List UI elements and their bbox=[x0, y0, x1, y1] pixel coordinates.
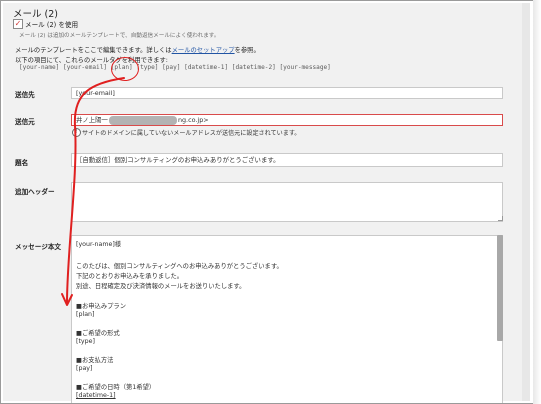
body-line: 下記のとおりお申込みを承りました。 bbox=[76, 273, 184, 280]
body-line: [your-name]様 bbox=[76, 241, 122, 248]
subject-label: 題名 bbox=[15, 159, 29, 167]
from-warning: サイトのドメインに属していないメールアドレスが送信元に設定されています。 bbox=[82, 130, 301, 137]
template-info-text: メールのテンプレートをここで編集できます。詳しくは bbox=[15, 47, 172, 54]
body-line: ■お支払方法 bbox=[76, 357, 114, 364]
use-mail2-description: メール (2) は追加のメールテンプレートで、自動返信メールによく使われます。 bbox=[19, 33, 220, 39]
mail-tags-intro: 以下の項目にて、これらのメールタグを利用できます: bbox=[15, 57, 168, 64]
template-info: メールのテンプレートをここで編集できます。詳しくはメールのセットアップを参照。 bbox=[15, 45, 260, 54]
body-line: [type] bbox=[76, 338, 95, 345]
warning-icon: ! bbox=[72, 128, 81, 137]
frame-shadow bbox=[533, 0, 541, 404]
from-value-name: 井ノ上陽一 bbox=[76, 116, 108, 124]
section-title: メール (2) bbox=[13, 9, 58, 20]
resize-handle-icon[interactable] bbox=[498, 216, 503, 221]
subject-field[interactable]: ［自動返信］個別コンサルティングのお申込みありがとうございます。 bbox=[71, 153, 503, 167]
body-line: このたびは、個別コンサルティングへのお申込みありがとうございます。 bbox=[76, 263, 283, 270]
body-line: ■お申込みプラン bbox=[76, 303, 127, 310]
body-line: ■ご希望の日時（第1希望） bbox=[76, 384, 156, 391]
template-info-tail: を参照。 bbox=[234, 47, 260, 54]
from-value-domain: ng.co.jp> bbox=[177, 116, 209, 124]
body-line: 別途、日程確定及び決済情報のメールをお送りいたします。 bbox=[76, 283, 246, 290]
page-scroll-track[interactable] bbox=[522, 3, 530, 401]
body-line: ■ご希望の形式 bbox=[76, 330, 120, 337]
body-line: [pay] bbox=[76, 365, 93, 372]
message-body-textarea[interactable]: [your-name]様 このたびは、個別コンサルティングへのお申込みありがとう… bbox=[71, 235, 503, 403]
headers-textarea[interactable] bbox=[71, 182, 503, 222]
use-mail2-checkbox[interactable]: ✓ bbox=[13, 19, 23, 29]
to-field[interactable]: [your-email] bbox=[71, 87, 503, 99]
from-field[interactable]: 井ノ上陽一 ng.co.jp> bbox=[71, 114, 503, 126]
body-label: メッセージ本文 bbox=[15, 243, 62, 251]
mail-setup-link[interactable]: メールのセットアップ bbox=[172, 47, 235, 54]
from-label: 送信元 bbox=[15, 118, 35, 126]
redaction-blur bbox=[108, 115, 177, 125]
mail-tags-list: [your-name] [your-email] [plan] [type] [… bbox=[19, 64, 331, 71]
to-label: 送信先 bbox=[15, 91, 35, 99]
use-mail2-label[interactable]: メール (2) を使用 bbox=[25, 19, 78, 29]
annotation-circle bbox=[111, 57, 139, 81]
textarea-scrollbar-thumb[interactable] bbox=[497, 235, 503, 341]
body-line: [plan] bbox=[76, 311, 95, 318]
body-line: [datetime-1] bbox=[76, 392, 116, 399]
headers-label: 追加ヘッダー bbox=[15, 188, 55, 196]
screenshot-frame: メール (2) ✓ メール (2) を使用 メール (2) は追加のメールテンプ… bbox=[0, 0, 541, 404]
